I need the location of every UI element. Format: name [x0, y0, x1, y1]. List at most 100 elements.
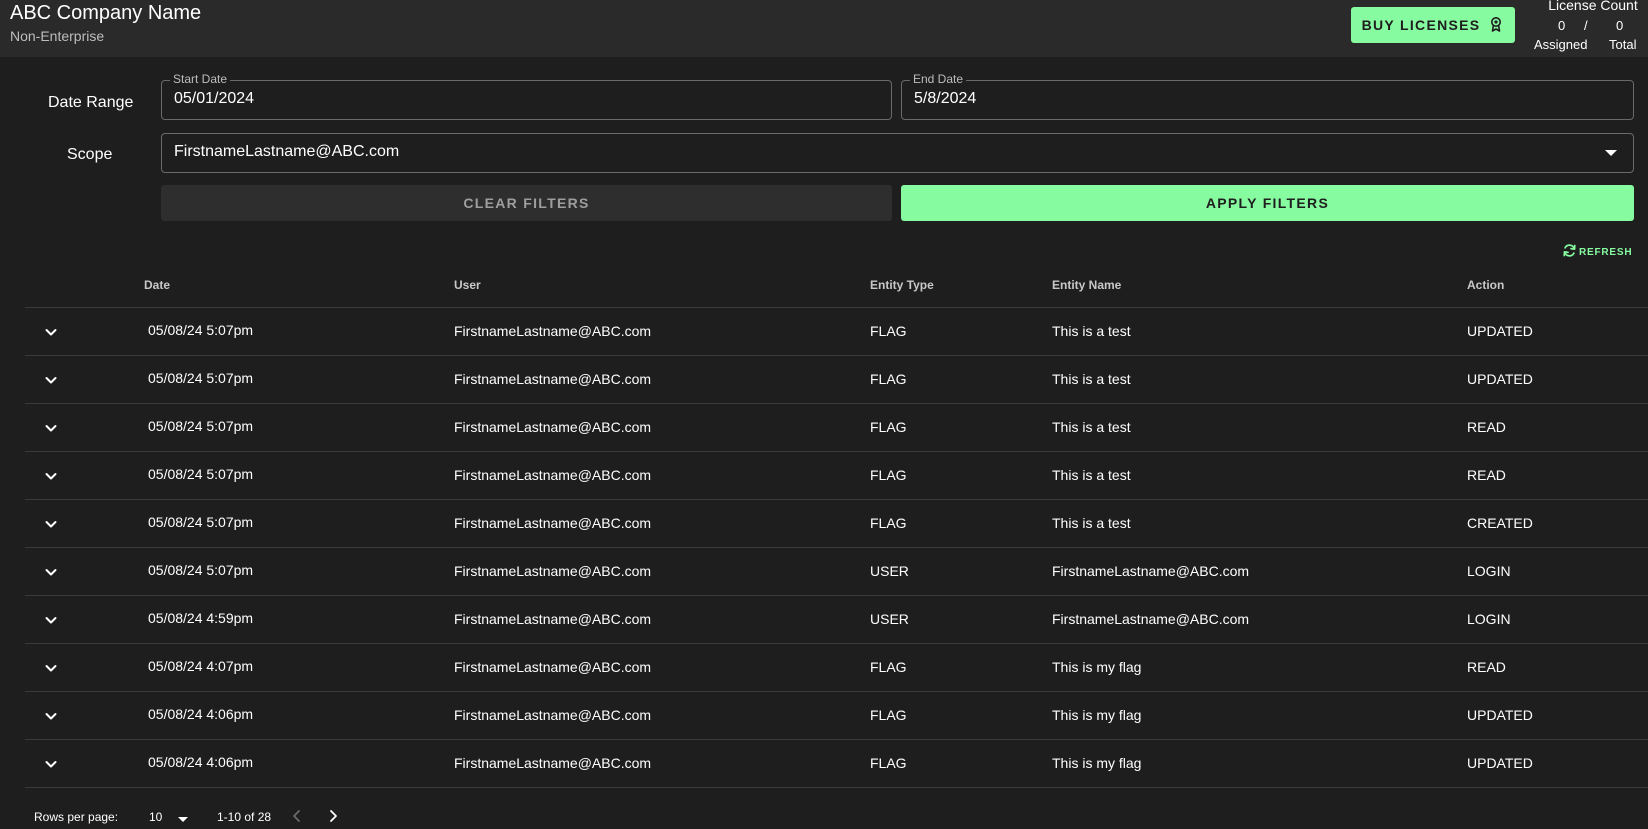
column-header-date[interactable]: Date	[144, 278, 170, 292]
table-row[interactable]: 05/08/24 4:06pm FirstnameLastname@ABC.com…	[25, 692, 1648, 740]
account-tier: Non-Enterprise	[10, 28, 105, 44]
expand-row-chevron-icon[interactable]	[43, 612, 59, 628]
cell-date: 05/08/24 4:06pm	[148, 706, 254, 722]
cell-entity-name: FirstnameLastname@ABC.com	[1052, 611, 1250, 627]
table-row[interactable]: 05/08/24 5:07pm FirstnameLastname@ABC.com…	[25, 500, 1648, 548]
refresh-button[interactable]: REFRESH	[1562, 243, 1632, 261]
end-date-value: 5/8/2024	[914, 90, 977, 107]
license-assigned-label: Assigned	[1534, 37, 1588, 52]
cell-entity-type: FLAG	[870, 707, 907, 723]
next-page-icon[interactable]	[325, 808, 341, 824]
cell-user: FirstnameLastname@ABC.com	[454, 419, 652, 435]
cell-action: LOGIN	[1467, 563, 1511, 579]
clear-filters-button[interactable]: CLEAR FILTERS	[161, 185, 892, 221]
cell-entity-type: FLAG	[870, 419, 907, 435]
date-range-label: Date Range	[48, 94, 134, 111]
cell-entity-name: This is my flag	[1052, 659, 1142, 675]
expand-row-chevron-icon[interactable]	[43, 420, 59, 436]
start-date-field[interactable]: Start Date 05/01/2024	[161, 72, 892, 120]
company-name: ABC Company Name	[10, 2, 202, 24]
table-row[interactable]: 05/08/24 5:07pm FirstnameLastname@ABC.com…	[25, 548, 1648, 596]
end-date-field[interactable]: End Date 5/8/2024	[901, 72, 1634, 120]
cell-entity-name: This is a test	[1052, 467, 1131, 483]
table-row[interactable]: 05/08/24 5:07pm FirstnameLastname@ABC.com…	[25, 308, 1648, 356]
cell-entity-name: This is a test	[1052, 323, 1131, 339]
column-header-action[interactable]: Action	[1467, 278, 1504, 292]
cell-action: UPDATED	[1467, 371, 1533, 387]
start-date-legend: Start Date	[170, 72, 231, 86]
cell-entity-type: FLAG	[870, 467, 907, 483]
license-separator: /	[1584, 18, 1588, 33]
top-bar: ABC Company Name Non-Enterprise BUY LICE…	[0, 0, 1648, 57]
cell-entity-type: FLAG	[870, 323, 907, 339]
scope-label: Scope	[67, 146, 113, 163]
cell-entity-type: FLAG	[870, 515, 907, 531]
chevron-down-icon[interactable]	[178, 817, 188, 822]
expand-row-chevron-icon[interactable]	[43, 756, 59, 772]
cell-date: 05/08/24 5:07pm	[148, 514, 254, 530]
cell-action: READ	[1467, 419, 1506, 435]
refresh-icon	[1562, 243, 1577, 261]
expand-row-chevron-icon[interactable]	[43, 324, 59, 340]
cell-user: FirstnameLastname@ABC.com	[454, 563, 652, 579]
cell-entity-name: This is my flag	[1052, 755, 1142, 771]
cell-action: CREATED	[1467, 515, 1533, 531]
column-header-user[interactable]: User	[454, 278, 481, 292]
license-total-count: 0	[1616, 18, 1624, 33]
cell-entity-type: USER	[870, 563, 909, 579]
apply-filters-button[interactable]: APPLY FILTERS	[901, 185, 1634, 221]
cell-action: READ	[1467, 659, 1506, 675]
cell-date: 05/08/24 5:07pm	[148, 466, 254, 482]
cell-entity-name: FirstnameLastname@ABC.com	[1052, 563, 1250, 579]
cell-date: 05/08/24 4:07pm	[148, 658, 254, 674]
expand-row-chevron-icon[interactable]	[43, 564, 59, 580]
cell-date: 05/08/24 5:07pm	[148, 370, 254, 386]
cell-entity-type: FLAG	[870, 371, 907, 387]
expand-row-chevron-icon[interactable]	[43, 468, 59, 484]
chevron-down-icon	[1605, 150, 1617, 156]
cell-action: LOGIN	[1467, 611, 1511, 627]
rows-per-page-select[interactable]: 10	[149, 810, 162, 824]
table-row[interactable]: 05/08/24 5:07pm FirstnameLastname@ABC.com…	[25, 404, 1648, 452]
cell-entity-name: This is a test	[1052, 371, 1131, 387]
cell-action: READ	[1467, 467, 1506, 483]
scope-select[interactable]: FirstnameLastname@ABC.com	[161, 133, 1634, 173]
expand-row-chevron-icon[interactable]	[43, 708, 59, 724]
cell-date: 05/08/24 4:06pm	[148, 754, 254, 770]
table-row[interactable]: 05/08/24 5:07pm FirstnameLastname@ABC.com…	[25, 356, 1648, 404]
cell-user: FirstnameLastname@ABC.com	[454, 323, 652, 339]
expand-row-chevron-icon[interactable]	[43, 516, 59, 532]
cell-user: FirstnameLastname@ABC.com	[454, 515, 652, 531]
pagination-range: 1-10 of 28	[217, 810, 272, 824]
table-row[interactable]: 05/08/24 4:06pm FirstnameLastname@ABC.com…	[25, 740, 1648, 788]
license-total-label: Total	[1609, 37, 1637, 52]
cell-user: FirstnameLastname@ABC.com	[454, 707, 652, 723]
column-header-entity-name[interactable]: Entity Name	[1052, 278, 1121, 292]
cell-date: 05/08/24 5:07pm	[148, 418, 254, 434]
cell-user: FirstnameLastname@ABC.com	[454, 467, 652, 483]
rows-per-page-label: Rows per page:	[34, 810, 119, 824]
cell-action: UPDATED	[1467, 323, 1533, 339]
buy-licenses-button[interactable]: BUY LICENSES	[1351, 7, 1515, 43]
cell-entity-name: This is my flag	[1052, 707, 1142, 723]
cell-user: FirstnameLastname@ABC.com	[454, 659, 652, 675]
previous-page-icon[interactable]	[289, 808, 305, 824]
cell-entity-type: FLAG	[870, 755, 907, 771]
table-body: 05/08/24 5:07pm FirstnameLastname@ABC.com…	[25, 308, 1648, 788]
expand-row-chevron-icon[interactable]	[43, 660, 59, 676]
table-row[interactable]: 05/08/24 5:07pm FirstnameLastname@ABC.com…	[25, 452, 1648, 500]
cell-entity-name: This is a test	[1052, 515, 1131, 531]
table-row[interactable]: 05/08/24 4:59pm FirstnameLastname@ABC.com…	[25, 596, 1648, 644]
table-row[interactable]: 05/08/24 4:07pm FirstnameLastname@ABC.com…	[25, 644, 1648, 692]
start-date-value: 05/01/2024	[174, 90, 255, 107]
column-header-entity-type[interactable]: Entity Type	[870, 278, 934, 292]
license-count-title: License Count	[1548, 0, 1638, 13]
expand-row-chevron-icon[interactable]	[43, 372, 59, 388]
scope-value: FirstnameLastname@ABC.com	[174, 143, 400, 160]
cell-date: 05/08/24 5:07pm	[148, 562, 254, 578]
cell-user: FirstnameLastname@ABC.com	[454, 611, 652, 627]
cell-user: FirstnameLastname@ABC.com	[454, 371, 652, 387]
audit-log-table: Date User Entity Type Entity Name Action…	[25, 264, 1648, 788]
award-icon	[1488, 16, 1504, 35]
cell-entity-name: This is a test	[1052, 419, 1131, 435]
